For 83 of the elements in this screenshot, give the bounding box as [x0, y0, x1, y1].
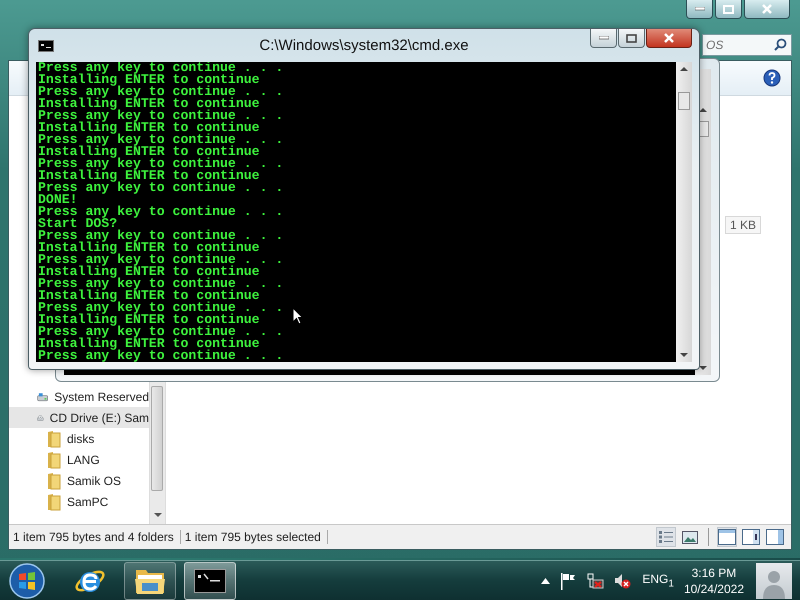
- minimize-button[interactable]: [686, 0, 713, 19]
- console-line: Installing ENTER to continue: [38, 266, 260, 278]
- maximize-icon: [723, 4, 734, 14]
- console-line: Press any key to continue . . .: [38, 326, 284, 338]
- close-button[interactable]: [744, 0, 790, 19]
- console-line: Press any key to continue . . .: [38, 278, 284, 290]
- console-line: Installing ENTER to continue: [38, 146, 260, 158]
- folder-icon: [47, 450, 61, 468]
- user-icon: [761, 568, 787, 598]
- pointer-icon: [292, 307, 303, 325]
- close-button[interactable]: [646, 29, 692, 48]
- console-line: Press any key to continue . . .: [38, 134, 284, 146]
- search-field[interactable]: OS: [702, 34, 792, 56]
- console-line: Start DOS?: [38, 218, 118, 230]
- console-line: Press any key to continue . . .: [38, 158, 284, 170]
- close-icon: [663, 33, 675, 43]
- console-line: Press any key to continue . . .: [38, 350, 284, 362]
- scroll-down-icon[interactable]: [699, 366, 707, 371]
- show-hidden-icons-icon[interactable]: [541, 578, 550, 584]
- nav-item[interactable]: disks: [9, 428, 149, 449]
- console-line: Installing ENTER to continue: [38, 98, 260, 110]
- nav-item[interactable]: SamPC: [9, 491, 149, 512]
- console-line: Installing ENTER to continue: [38, 314, 260, 326]
- nav-item[interactable]: System Reserved: [9, 386, 149, 407]
- console-line: Installing ENTER to continue: [38, 122, 260, 134]
- window-icon: [766, 529, 784, 545]
- folder-icon: [47, 472, 61, 490]
- list-icon: [658, 530, 674, 544]
- network-icon[interactable]: [586, 572, 604, 590]
- console-line: Installing ENTER to continue: [38, 74, 260, 86]
- maximize-icon: [626, 34, 637, 42]
- scrollbar-thumb[interactable]: [678, 92, 690, 110]
- search-icon: [774, 38, 787, 51]
- console-line: Installing ENTER to continue: [38, 170, 260, 182]
- nav-item[interactable]: CD Drive (E:) Sam: [9, 407, 149, 428]
- folder-icon: [47, 430, 61, 448]
- console-line: Press any key to continue . . .: [38, 206, 284, 218]
- console-line: Installing ENTER to continue: [38, 338, 260, 350]
- minimize-icon: [694, 7, 704, 11]
- details-view-button[interactable]: [656, 527, 676, 547]
- start-button[interactable]: [8, 562, 46, 600]
- status-text: 1 item 795 bytes and 4 folders: [9, 530, 181, 544]
- image-icon: [682, 530, 698, 544]
- console-line: Installing ENTER to continue: [38, 290, 260, 302]
- minimize-icon: [598, 36, 608, 40]
- console-line: Press any key to continue . . .: [38, 230, 284, 242]
- console-icon: [38, 40, 54, 52]
- console-line: Press any key to continue . . .: [38, 302, 284, 314]
- maximize-button[interactable]: [618, 29, 645, 48]
- window-title: C:\Windows\system32\cmd.exe: [259, 37, 469, 54]
- window-icon: [718, 529, 736, 545]
- pane-layout-button[interactable]: [717, 527, 737, 547]
- status-text: 1 item 795 bytes selected: [180, 530, 328, 544]
- maximize-button[interactable]: [715, 0, 742, 19]
- console-line: Installing ENTER to continue: [38, 242, 260, 254]
- size-cell: 1 KB: [724, 216, 761, 234]
- console-line: Press any key to continue . . .: [38, 254, 284, 266]
- clock-date[interactable]: 10/24/2022: [684, 580, 744, 596]
- flag-icon[interactable]: [560, 572, 576, 590]
- window-icon: [742, 529, 760, 545]
- console-line: Press any key to continue . . .: [38, 86, 284, 98]
- language-indicator[interactable]: ENG$_{1}$: [642, 572, 674, 590]
- scroll-down-icon[interactable]: [154, 512, 162, 518]
- scroll-up-icon[interactable]: [680, 66, 688, 71]
- scroll-up-icon[interactable]: [699, 107, 707, 112]
- details-pane-button[interactable]: [741, 527, 761, 547]
- speaker-icon[interactable]: [614, 572, 632, 590]
- taskbar-button[interactable]: [184, 562, 236, 600]
- close-icon: [761, 4, 773, 14]
- folder-icon: [47, 492, 61, 510]
- scrollbar-thumb[interactable]: [151, 386, 163, 491]
- help-icon[interactable]: [763, 69, 781, 87]
- console-line: Press any key to continue . . .: [38, 110, 284, 122]
- console-line: DONE!: [38, 194, 78, 206]
- console-line: Press any key to continue . . .: [38, 182, 284, 194]
- taskbar-button[interactable]: [124, 562, 176, 600]
- scroll-down-icon[interactable]: [680, 353, 688, 358]
- console-icon: [194, 568, 226, 592]
- minimize-button[interactable]: [590, 29, 617, 48]
- clock-time[interactable]: 3:16 PM: [692, 564, 736, 580]
- nav-item[interactable]: Samik OS: [9, 470, 149, 491]
- preview-pane-button[interactable]: [765, 527, 785, 547]
- nav-item[interactable]: LANG: [9, 449, 149, 470]
